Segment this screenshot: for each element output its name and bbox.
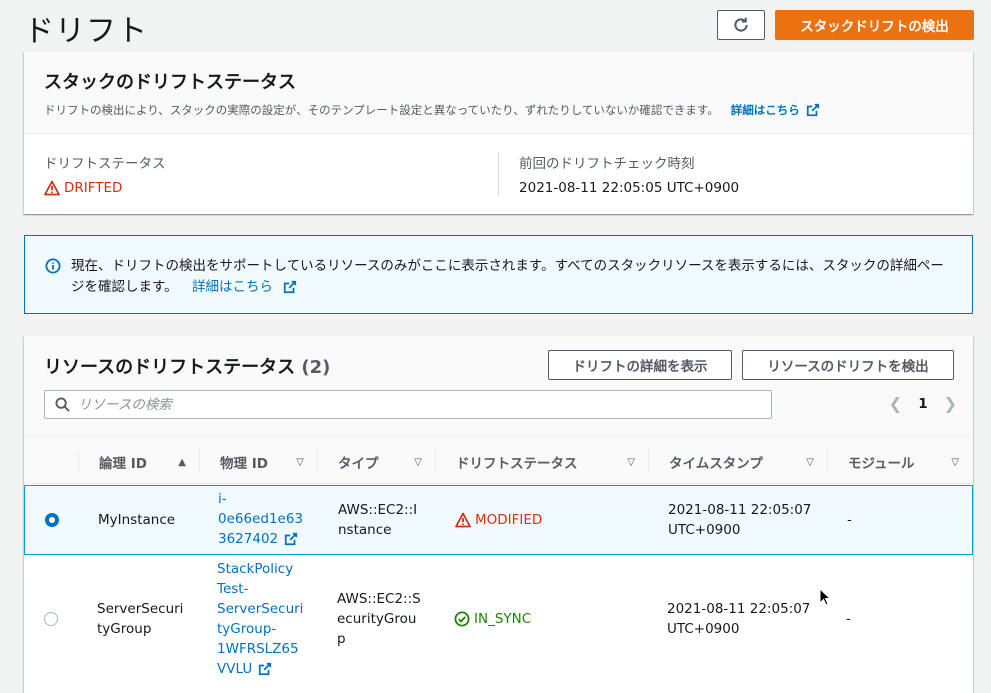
info-icon: [45, 258, 61, 274]
external-link-icon[interactable]: [283, 280, 297, 294]
external-link-icon[interactable]: [806, 103, 820, 117]
timestamp-cell: 2021-08-11 22:05:07 UTC+0900: [667, 601, 811, 637]
logical-id-cell: MyInstance: [98, 512, 176, 528]
table-row[interactable]: ServerSecuri tyGroup StackPolicy Test- S…: [24, 556, 973, 693]
drift-status-column: ドリフトステータス DRIFTED: [44, 152, 498, 196]
detect-resource-drift-button[interactable]: リソースのドリフトを検出: [742, 350, 954, 380]
last-check-value: 2021-08-11 22:05:05 UTC+0900: [519, 180, 740, 196]
resource-card-title: リソースのドリフトステータス (2): [44, 353, 330, 379]
description-text: ドリフトの検出により、スタックの実際の設定が、そのテンプレート設定と異なっていた…: [44, 103, 719, 117]
module-cell: -: [846, 611, 851, 627]
logical-id-cell: ServerSecuri tyGroup: [97, 601, 184, 637]
drift-status-cell: IN_SYNC: [454, 609, 531, 629]
timestamp-cell: 2021-08-11 22:05:07 UTC+0900: [668, 502, 812, 538]
column-drift-status-label: ドリフトステータス: [456, 456, 578, 472]
refresh-icon: [734, 17, 748, 32]
column-module-label: モジュール: [848, 456, 915, 472]
warning-icon: [44, 180, 60, 196]
sort-caret-icon[interactable]: ▽: [296, 457, 304, 468]
module-cell: -: [847, 512, 852, 528]
sort-caret-icon[interactable]: ▽: [806, 457, 814, 468]
info-banner: 現在、ドリフトの検出をサポートしているリソースのみがここに表示されます。すべての…: [24, 235, 973, 314]
column-physical-id[interactable]: 物理 ID ▽: [200, 449, 318, 473]
check-circle-icon: [454, 611, 470, 627]
learn-more-link[interactable]: 詳細はこちら: [731, 102, 800, 118]
row-select-radio[interactable]: [44, 612, 58, 626]
type-cell: AWS::EC2::I nstance: [338, 502, 418, 538]
column-timestamp[interactable]: タイムスタンプ ▽: [649, 449, 828, 473]
sort-ascending-icon[interactable]: ▲: [178, 457, 186, 468]
type-cell: AWS::EC2::S ecurityGrou p: [337, 591, 421, 647]
external-link-icon[interactable]: [258, 662, 272, 676]
warning-icon: [455, 512, 471, 528]
external-link-icon[interactable]: [284, 532, 298, 546]
resource-card-title-text: リソースのドリフトステータス: [44, 357, 296, 378]
card-body: ドリフトステータス DRIFTED 前回のドリフトチェック時刻 2021-08-…: [24, 134, 973, 214]
current-page[interactable]: 1: [918, 396, 927, 412]
card-header: スタックのドリフトステータス ドリフトの検出により、スタックの実際の設定が、その…: [24, 52, 973, 134]
sort-caret-icon[interactable]: ▽: [414, 457, 422, 468]
drift-status-cell: MODIFIED: [455, 510, 542, 530]
table-row[interactable]: MyInstance i- 0e66ed1e63 3627402 AWS::EC…: [24, 485, 973, 555]
mouse-cursor-icon: [819, 588, 831, 606]
resource-card-header: リソースのドリフトステータス (2) ドリフトの詳細を表示 リソースのドリフトを…: [24, 336, 973, 436]
refresh-button[interactable]: [717, 10, 765, 40]
drift-status-text: DRIFTED: [64, 180, 123, 196]
physical-id-link[interactable]: StackPolicy Test- ServerSecuri tyGroup- …: [217, 559, 303, 679]
column-logical-id-label: 論理 ID: [99, 456, 147, 472]
card-title: スタックのドリフトステータス: [44, 72, 296, 93]
column-module[interactable]: モジュール ▽: [828, 451, 973, 473]
resource-count: (2): [301, 357, 331, 378]
search-icon: [55, 397, 70, 412]
pagination: ❮ 1 ❯: [889, 394, 957, 413]
table-header: 論理 ID ▲ 物理 ID ▽ タイプ ▽ ドリフトステータス ▽ タイムスタン…: [24, 436, 973, 484]
view-drift-details-button[interactable]: ドリフトの詳細を表示: [548, 350, 732, 380]
info-learn-more-link[interactable]: 詳細はこちら: [192, 279, 273, 295]
column-drift-status[interactable]: ドリフトステータス ▽: [436, 449, 649, 473]
chevron-right-icon[interactable]: ❯: [944, 394, 957, 413]
column-type[interactable]: タイプ ▽: [318, 449, 436, 473]
last-check-column: 前回のドリフトチェック時刻 2021-08-11 22:05:05 UTC+09…: [498, 152, 953, 196]
page-title: ドリフト: [24, 14, 148, 49]
resource-drift-status-card: リソースのドリフトステータス (2) ドリフトの詳細を表示 リソースのドリフトを…: [24, 336, 973, 693]
column-logical-id[interactable]: 論理 ID ▲: [78, 449, 200, 473]
stack-drift-status-card: スタックのドリフトステータス ドリフトの検出により、スタックの実際の設定が、その…: [24, 52, 973, 214]
detect-stack-drift-button[interactable]: スタックドリフトの検出: [775, 10, 974, 40]
resource-search-box[interactable]: [44, 390, 772, 419]
last-check-label: 前回のドリフトチェック時刻: [519, 156, 695, 172]
sort-caret-icon[interactable]: ▽: [951, 457, 959, 468]
column-type-label: タイプ: [338, 456, 379, 472]
column-timestamp-label: タイムスタンプ: [669, 456, 763, 472]
drift-status-label: ドリフトステータス: [44, 156, 166, 172]
resource-search-input[interactable]: [78, 396, 678, 413]
row-select-radio[interactable]: [45, 513, 59, 527]
drift-status-value: DRIFTED: [44, 180, 498, 196]
column-physical-id-label: 物理 ID: [220, 456, 268, 472]
physical-id-link[interactable]: i- 0e66ed1e63 3627402: [218, 489, 303, 549]
chevron-left-icon[interactable]: ❮: [889, 394, 902, 413]
sort-caret-icon[interactable]: ▽: [627, 457, 635, 468]
card-description: ドリフトの検出により、スタックの実際の設定が、そのテンプレート設定と異なっていた…: [44, 102, 953, 118]
